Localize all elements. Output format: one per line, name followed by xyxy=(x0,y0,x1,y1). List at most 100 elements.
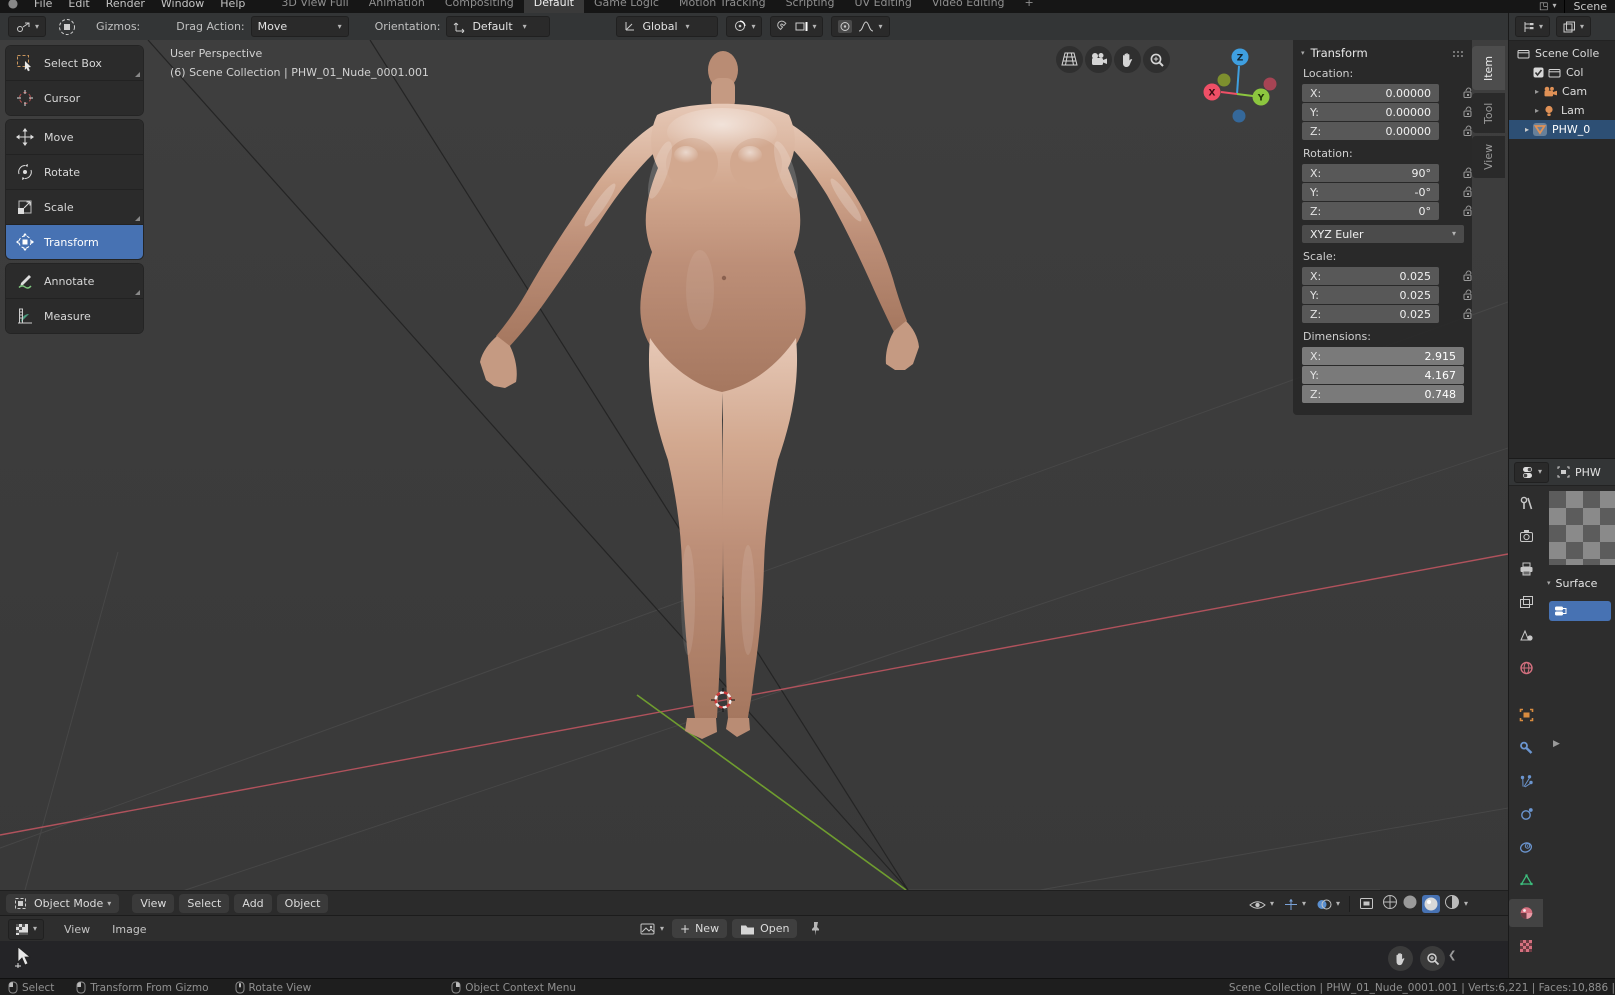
image-editor-canvas[interactable]: ❮ xyxy=(0,941,1508,978)
mode-dropdown[interactable]: Object Mode▾ xyxy=(6,894,119,913)
outliner-row-phw-object[interactable]: ▸ PHW_0 xyxy=(1509,120,1615,139)
proportional-edit-group[interactable]: ▾ xyxy=(831,16,889,37)
workspace-tab-motion-tracking[interactable]: Motion Tracking xyxy=(669,0,776,13)
proportional-edit-icon[interactable] xyxy=(838,20,852,33)
menu-object[interactable]: Object xyxy=(277,894,329,913)
menu-file[interactable]: File xyxy=(26,0,60,10)
active-tool-dropdown[interactable]: ▾ xyxy=(8,16,46,37)
outliner-display-mode-dropdown[interactable]: ▾ xyxy=(1515,16,1550,37)
shading-material-button[interactable] xyxy=(1422,895,1440,913)
expand-caret[interactable]: ▸ xyxy=(1525,125,1529,134)
tool-transform[interactable]: Transform xyxy=(6,225,143,259)
tool-move[interactable]: Move xyxy=(6,120,143,155)
workspace-tab-animation[interactable]: Animation xyxy=(359,0,435,13)
tab-material[interactable] xyxy=(1509,899,1543,927)
workspace-tab-compositing[interactable]: Compositing xyxy=(435,0,524,13)
menu-add[interactable]: Add xyxy=(234,894,271,913)
pan-button[interactable] xyxy=(1388,946,1413,971)
orientation-dropdown[interactable]: Default▾ xyxy=(446,16,550,37)
dimensions-y-field[interactable]: Y:4.167 xyxy=(1302,366,1464,384)
scene-datablock-icon[interactable]: ◳ xyxy=(1539,1,1548,12)
gizmo-neg-z-ball[interactable] xyxy=(1233,110,1246,123)
tool-measure[interactable]: Measure xyxy=(6,299,143,333)
outliner-row-camera[interactable]: ▸ Cam xyxy=(1509,82,1615,101)
rotation-x-field[interactable]: X:90° xyxy=(1302,164,1439,182)
tab-object[interactable] xyxy=(1509,701,1543,729)
scale-y-field[interactable]: Y:0.025 xyxy=(1302,286,1439,304)
pin-icon[interactable] xyxy=(810,921,822,936)
scene-name[interactable]: Scene xyxy=(1573,0,1607,13)
workspace-tab-scripting[interactable]: Scripting xyxy=(776,0,845,13)
checkbox-checked-icon[interactable] xyxy=(1533,67,1544,78)
gizmo-neg-y-ball[interactable] xyxy=(1218,74,1231,87)
navigation-gizmo[interactable]: Z X Y xyxy=(1195,48,1297,130)
tab-tool[interactable] xyxy=(1509,489,1543,517)
dimensions-z-field[interactable]: Z:0.748 xyxy=(1302,385,1464,403)
editor-type-dropdown[interactable]: ▾ xyxy=(8,919,44,940)
lock-icon[interactable] xyxy=(1462,204,1475,220)
lock-icon[interactable] xyxy=(1462,269,1475,285)
scale-x-field[interactable]: X:0.025 xyxy=(1302,267,1439,285)
panel-grip[interactable] xyxy=(1452,50,1464,57)
location-y-field[interactable]: Y:0.00000 xyxy=(1302,103,1439,121)
outliner-row-lamp[interactable]: ▸ Lam xyxy=(1509,101,1615,120)
tab-render[interactable] xyxy=(1509,522,1543,550)
zoom-button[interactable] xyxy=(1420,946,1445,971)
camera-view-button[interactable] xyxy=(1085,46,1112,73)
gizmo-neg-x-ball[interactable] xyxy=(1264,78,1277,91)
shading-rendered-button[interactable] xyxy=(1444,894,1460,914)
blender-logo-icon[interactable]: ● xyxy=(0,0,26,10)
workspace-tab-3d-view-full[interactable]: 3D View Full xyxy=(271,0,358,13)
menu-window[interactable]: Window xyxy=(153,0,212,10)
tool-scale[interactable]: Scale xyxy=(6,190,143,225)
collapsed-panel-arrow[interactable]: ▶ xyxy=(1553,739,1560,749)
rotation-z-field[interactable]: Z:0° xyxy=(1302,202,1439,220)
zoom-view-button[interactable] xyxy=(1143,46,1170,73)
sidebar-tab-item[interactable]: Item xyxy=(1472,46,1505,90)
tool-rotate[interactable]: Rotate xyxy=(6,155,143,190)
workspace-tab-video-editing[interactable]: Video Editing xyxy=(922,0,1015,13)
menu-help[interactable]: Help xyxy=(212,0,253,10)
outliner-row-collection[interactable]: Col xyxy=(1509,63,1615,82)
visibility-dropdown[interactable]: ▾ xyxy=(1249,898,1274,911)
scale-z-field[interactable]: Z:0.025 xyxy=(1302,305,1439,323)
toggle-perspective-button[interactable] xyxy=(1056,46,1083,73)
model-phw-01-nude[interactable] xyxy=(480,51,919,739)
tool-select-box[interactable]: Select Box xyxy=(6,46,143,81)
surface-panel-header[interactable]: ▾ Surface xyxy=(1547,577,1597,590)
falloff-curve-icon[interactable] xyxy=(858,20,874,33)
lock-icon[interactable] xyxy=(1462,185,1475,201)
open-image-button[interactable]: Open xyxy=(732,919,797,938)
expand-caret[interactable]: ▸ xyxy=(1535,106,1539,115)
workspace-tab-default[interactable]: Default xyxy=(524,0,584,13)
rotation-y-field[interactable]: Y:-0° xyxy=(1302,183,1439,201)
shading-solid-button[interactable] xyxy=(1402,894,1418,914)
menu-select[interactable]: Select xyxy=(179,894,229,913)
tool-annotate[interactable]: Annotate xyxy=(6,264,143,299)
tab-world[interactable] xyxy=(1509,654,1543,682)
gizmos-dropdown[interactable]: ▾ xyxy=(1284,898,1306,911)
dimensions-x-field[interactable]: X:2.915 xyxy=(1302,347,1464,365)
xray-toggle[interactable] xyxy=(1359,895,1374,914)
tool-cursor[interactable]: Cursor xyxy=(6,81,143,115)
panel-collapse-caret[interactable]: ▾ xyxy=(1301,50,1305,57)
tab-particles[interactable] xyxy=(1509,767,1543,795)
tab-modifiers[interactable] xyxy=(1509,734,1543,762)
transform-space-dropdown[interactable]: Global▾ xyxy=(616,16,718,37)
browse-image-button[interactable]: ▾ xyxy=(640,922,664,936)
menu-view[interactable]: View xyxy=(132,894,174,913)
location-x-field[interactable]: X:0.00000 xyxy=(1302,84,1439,102)
overlays-dropdown[interactable]: ▾ xyxy=(1316,898,1340,911)
tab-object-data[interactable] xyxy=(1509,866,1543,894)
surface-shader-button[interactable] xyxy=(1549,601,1611,621)
outliner-filter-dropdown[interactable]: ▾ xyxy=(1556,16,1591,37)
panel-title[interactable]: Transform xyxy=(1311,46,1368,60)
workspace-tab-game-logic[interactable]: Game Logic xyxy=(584,0,669,13)
shading-dropdown-caret[interactable]: ▾ xyxy=(1464,900,1468,908)
menu-edit[interactable]: Edit xyxy=(60,0,97,10)
location-z-field[interactable]: Z:0.00000 xyxy=(1302,122,1439,140)
tab-physics[interactable] xyxy=(1509,800,1543,828)
tab-view-layer[interactable] xyxy=(1509,588,1543,616)
lock-icon[interactable] xyxy=(1462,288,1475,304)
collapse-region-arrow[interactable]: ❮ xyxy=(1448,950,1456,961)
